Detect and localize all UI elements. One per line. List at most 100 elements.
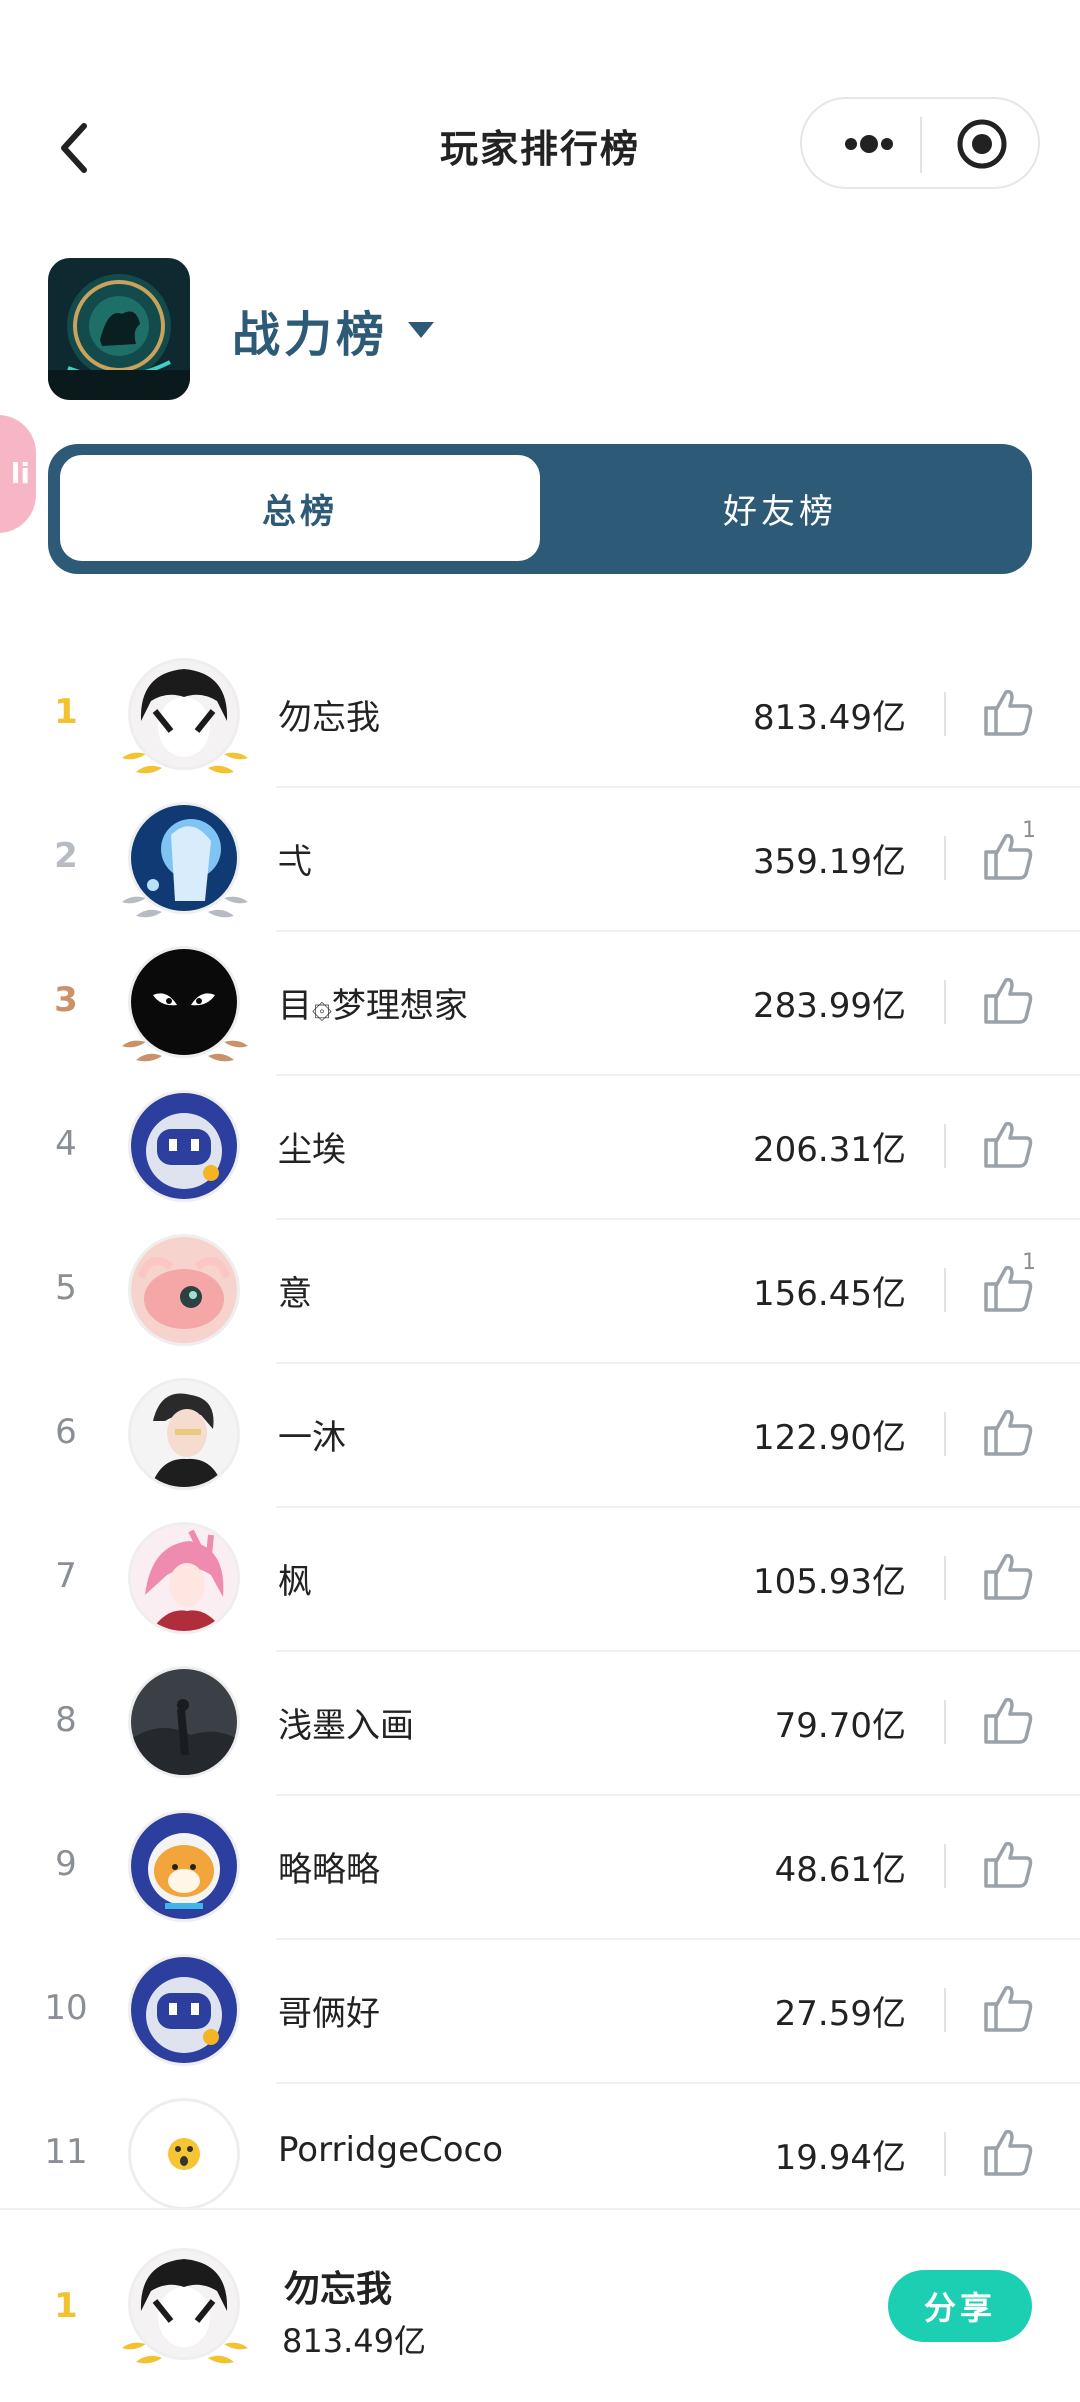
ranking-row[interactable]: 3 目۞梦理想家 283.99亿 bbox=[0, 932, 1080, 1076]
rank-number: 1 bbox=[54, 692, 78, 732]
row-separator bbox=[944, 980, 946, 1024]
rank-number: 10 bbox=[44, 1988, 88, 2028]
share-button[interactable]: 分享 bbox=[888, 2270, 1032, 2342]
rank-number: 6 bbox=[55, 1412, 77, 1452]
power-value: 359.19亿 bbox=[753, 842, 906, 882]
avatar-image bbox=[131, 949, 237, 1055]
ranking-row[interactable]: 2 弌 359.19亿 1 bbox=[0, 788, 1080, 932]
thumbs-up-icon bbox=[984, 1121, 1033, 1168]
player-name: 目۞梦理想家 bbox=[278, 986, 468, 1026]
avatar[interactable] bbox=[128, 946, 240, 1058]
avatar[interactable] bbox=[128, 802, 240, 914]
my-power: 813.49亿 bbox=[282, 2322, 426, 2360]
avatar-image bbox=[131, 1957, 237, 2063]
power-value: 156.45亿 bbox=[753, 1274, 906, 1314]
power-value: 813.49亿 bbox=[753, 698, 906, 738]
like-button[interactable] bbox=[980, 2124, 1036, 2180]
board-selector[interactable]: 战力榜 bbox=[232, 298, 436, 363]
avatar-image bbox=[131, 661, 237, 767]
avatar-frame bbox=[112, 1658, 258, 1790]
row-separator bbox=[944, 1268, 946, 1312]
tab-bar: 总榜 好友榜 bbox=[48, 444, 1032, 574]
power-value: 105.93亿 bbox=[753, 1562, 906, 1602]
power-value: 283.99亿 bbox=[753, 986, 906, 1026]
target-icon bbox=[957, 119, 1007, 169]
avatar-frame bbox=[112, 1514, 258, 1646]
ranking-row[interactable]: 4 尘埃 206.31亿 bbox=[0, 1076, 1080, 1220]
row-separator bbox=[944, 1700, 946, 1744]
ranking-row[interactable]: 10 哥俩好 27.59亿 bbox=[0, 1940, 1080, 2084]
avatar-frame bbox=[112, 794, 258, 926]
player-name: 尘埃 bbox=[278, 1130, 346, 1170]
avatar[interactable] bbox=[128, 1954, 240, 2066]
avatar-image bbox=[131, 2251, 237, 2357]
avatar[interactable] bbox=[128, 1810, 240, 1922]
row-separator bbox=[944, 836, 946, 880]
row-separator bbox=[944, 1556, 946, 1600]
ranking-row[interactable]: 1 勿忘我 813.49亿 bbox=[0, 644, 1080, 788]
like-button[interactable] bbox=[980, 1404, 1036, 1460]
board-title: 战力榜 bbox=[232, 307, 389, 363]
ranking-row[interactable]: 8 浅墨入画 79.70亿 bbox=[0, 1652, 1080, 1796]
thumbs-up-icon bbox=[984, 2129, 1033, 2176]
more-button[interactable] bbox=[824, 109, 914, 179]
avatar[interactable] bbox=[128, 1234, 240, 1346]
ranking-row[interactable]: 9 略略略 48.61亿 bbox=[0, 1796, 1080, 1940]
avatar-image bbox=[131, 1525, 237, 1631]
ranking-list: 1 勿忘我 813.49亿 2 弌 359.19亿 1 3 目۞梦理想家 283… bbox=[0, 644, 1080, 2228]
more-dots-icon bbox=[845, 135, 893, 153]
close-mini-program-button[interactable] bbox=[937, 109, 1027, 179]
avatar-frame bbox=[112, 1946, 258, 2078]
rank-number: 4 bbox=[55, 1124, 77, 1164]
like-button[interactable] bbox=[980, 1692, 1036, 1748]
rank-number: 2 bbox=[54, 836, 78, 876]
avatar[interactable] bbox=[128, 1522, 240, 1634]
caret-down-icon bbox=[408, 322, 435, 338]
player-name: 哥俩好 bbox=[278, 1994, 380, 2034]
avatar[interactable] bbox=[128, 1090, 240, 1202]
avatar-image bbox=[131, 1237, 237, 1343]
row-separator bbox=[944, 692, 946, 736]
row-separator bbox=[944, 1988, 946, 2032]
thumbs-up-icon bbox=[984, 1553, 1033, 1600]
floating-badge[interactable]: li bbox=[0, 415, 36, 533]
like-button[interactable] bbox=[980, 1836, 1036, 1892]
ranking-row[interactable]: 7 枫 105.93亿 bbox=[0, 1508, 1080, 1652]
like-button[interactable] bbox=[980, 972, 1036, 1028]
avatar[interactable] bbox=[128, 2098, 240, 2210]
avatar-frame bbox=[112, 650, 258, 782]
game-logo-image bbox=[48, 258, 190, 400]
player-name: 枫 bbox=[278, 1562, 312, 1602]
ranking-row[interactable]: 5 意 156.45亿 1 bbox=[0, 1220, 1080, 1364]
thumbs-up-icon bbox=[984, 1409, 1033, 1456]
tab-total[interactable]: 总榜 bbox=[60, 455, 540, 561]
ranking-row[interactable]: 6 一沐 122.90亿 bbox=[0, 1364, 1080, 1508]
thumbs-up-icon bbox=[984, 1697, 1033, 1744]
tab-friends[interactable]: 好友榜 bbox=[540, 455, 1020, 561]
power-value: 27.59亿 bbox=[774, 1994, 906, 2034]
ranking-row[interactable]: 11 PorridgeCoco 19.94亿 bbox=[0, 2084, 1080, 2228]
avatar-image bbox=[131, 805, 237, 911]
like-button[interactable] bbox=[980, 1116, 1036, 1172]
capsule-divider bbox=[920, 117, 922, 173]
row-separator bbox=[944, 1412, 946, 1456]
avatar[interactable] bbox=[128, 1378, 240, 1490]
thumbs-up-icon bbox=[984, 977, 1033, 1024]
like-button[interactable] bbox=[980, 684, 1036, 740]
avatar-image bbox=[131, 1813, 237, 1919]
avatar[interactable] bbox=[128, 1666, 240, 1778]
my-avatar[interactable] bbox=[128, 2248, 240, 2360]
rank-number: 3 bbox=[54, 980, 78, 1020]
nav-bar: 玩家排行榜 bbox=[0, 90, 1080, 200]
power-value: 122.90亿 bbox=[753, 1418, 906, 1458]
avatar-image bbox=[131, 1381, 237, 1487]
thumbs-up-icon bbox=[984, 689, 1033, 736]
avatar[interactable] bbox=[128, 658, 240, 770]
like-count: 1 bbox=[1022, 1250, 1036, 1275]
avatar-frame bbox=[112, 1226, 258, 1358]
player-name: 勿忘我 bbox=[278, 698, 380, 738]
like-button[interactable] bbox=[980, 1980, 1036, 2036]
thumbs-up-icon bbox=[984, 1985, 1033, 2032]
like-button[interactable] bbox=[980, 1548, 1036, 1604]
game-logo bbox=[48, 258, 190, 400]
